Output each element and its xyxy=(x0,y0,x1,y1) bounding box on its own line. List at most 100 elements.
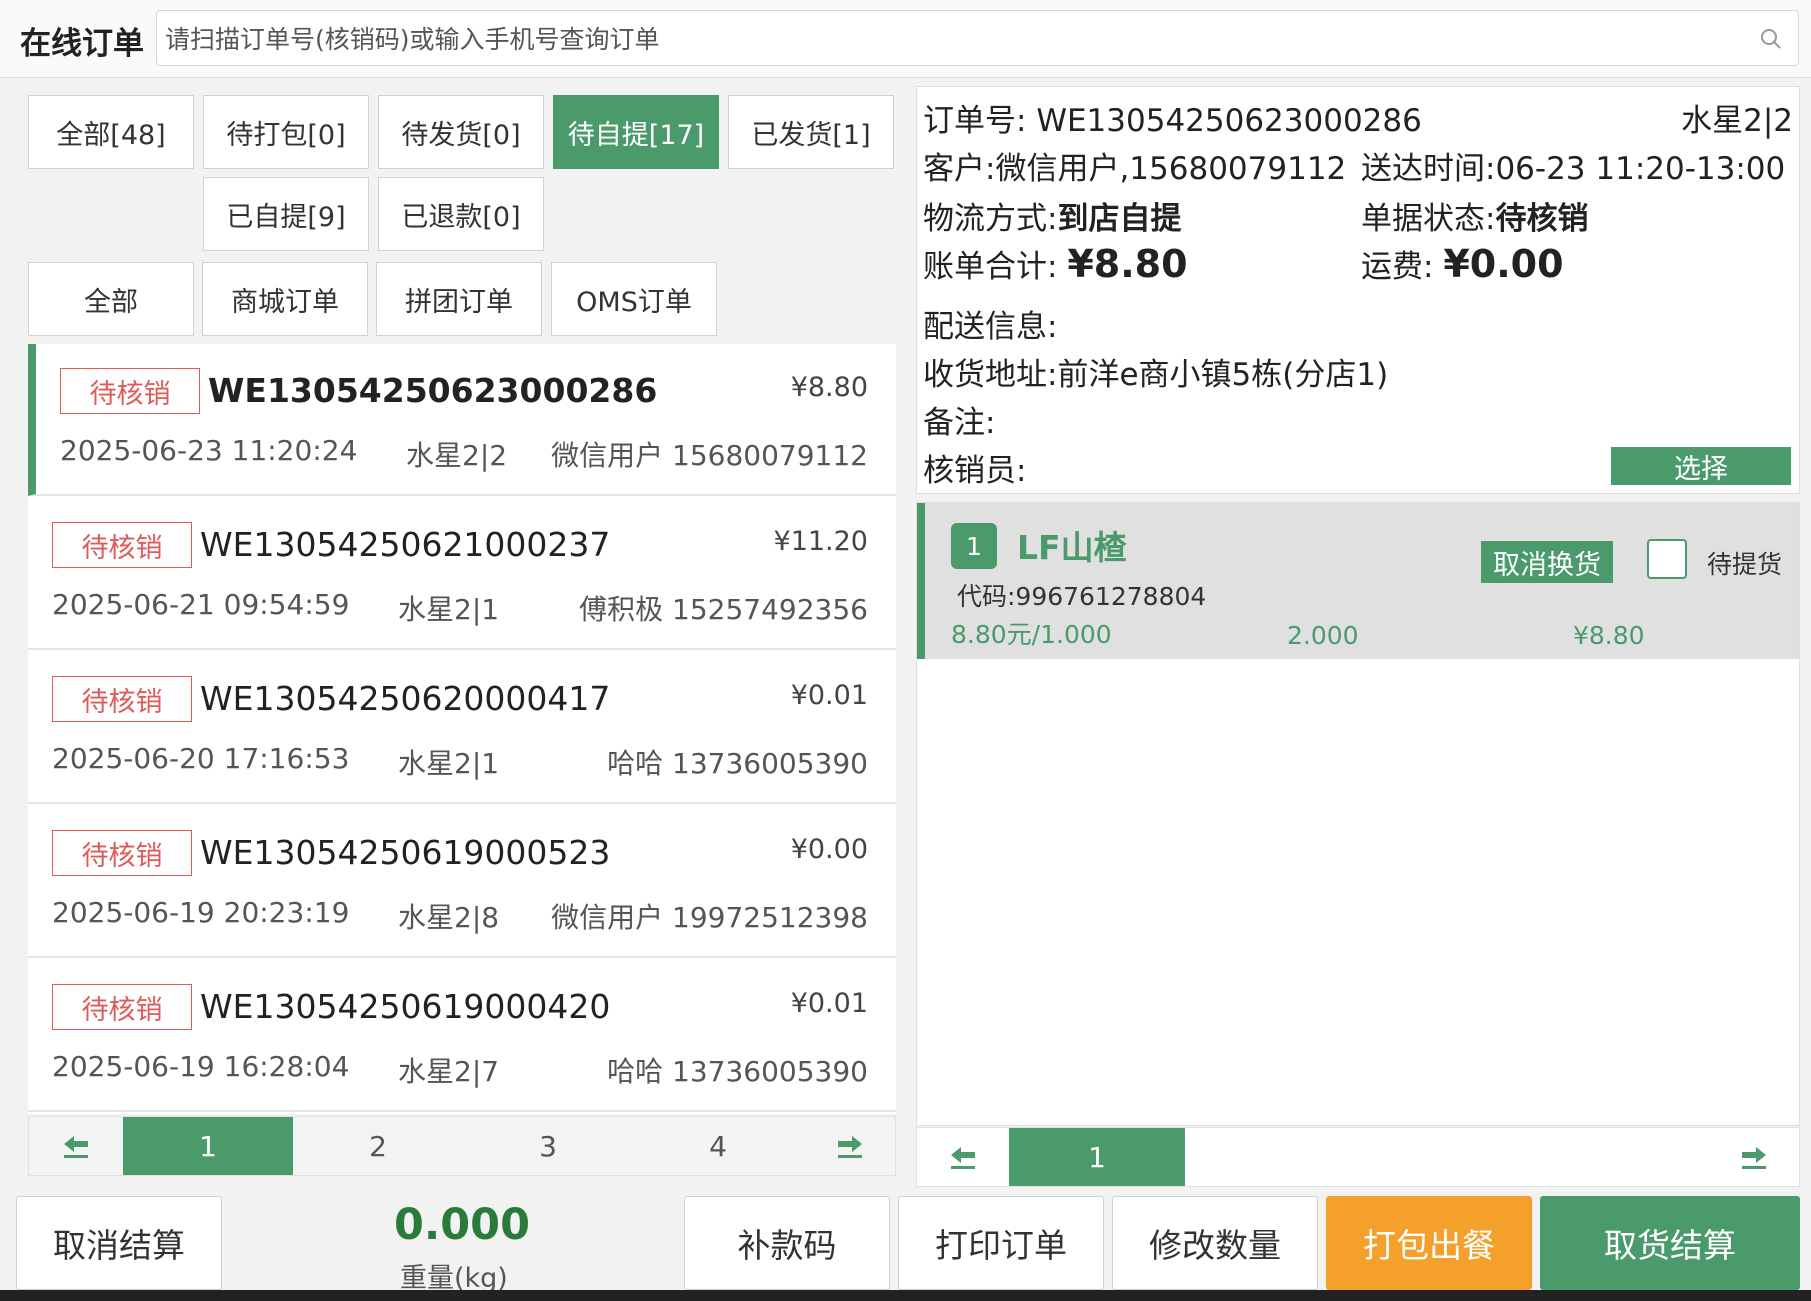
order-list-item[interactable]: 待核销 WE13054250619000420 ¥0.01 2025-06-19… xyxy=(28,960,896,1112)
detail-bill-total-row: 账单合计: ¥8.80 xyxy=(923,242,1188,286)
modify-quantity-button[interactable]: 修改数量 xyxy=(1112,1196,1318,1290)
header-bar: 在线订单 xyxy=(0,0,1811,78)
detail-status: 待核销 xyxy=(1495,201,1589,237)
prev-page-button[interactable] xyxy=(29,1117,123,1175)
type-all[interactable]: 全部 xyxy=(28,262,194,336)
detail-customer-row: 客户:微信用户,15680079112 xyxy=(923,151,1347,187)
next-page-button[interactable] xyxy=(803,1117,897,1175)
detail-delivery-time-row: 送达时间:06-23 11:20-13:00 xyxy=(1361,151,1786,187)
page-3-button[interactable]: 3 xyxy=(463,1117,633,1175)
background-window-strip xyxy=(0,1290,1811,1301)
order-status-tag: 待核销 xyxy=(52,522,192,568)
weight-value: 0.000 xyxy=(394,1200,531,1250)
goods-next-page-button[interactable] xyxy=(1709,1128,1799,1186)
order-table: 水星2|2 xyxy=(406,439,508,472)
detail-freight-row: 运费: ¥0.00 xyxy=(1361,242,1564,286)
order-customer: 微信用户 15680079112 xyxy=(551,439,868,472)
detail-order-no-row: 订单号: WE13054250623000286 xyxy=(923,103,1422,139)
detail-status-row: 单据状态:待核销 xyxy=(1361,201,1589,237)
type-mall-order[interactable]: 商城订单 xyxy=(202,262,368,336)
order-amount: ¥0.01 xyxy=(790,988,868,1019)
order-customer: 傅积极 15257492356 xyxy=(579,593,868,626)
order-list-item[interactable]: 待核销 WE13054250621000237 ¥11.20 2025-06-2… xyxy=(28,498,896,650)
filter-pending-ship[interactable]: 待发货[0] xyxy=(378,95,544,169)
search-box[interactable] xyxy=(156,10,1799,66)
filter-pending-pack[interactable]: 待打包[0] xyxy=(203,95,369,169)
goods-list-pager: 1 xyxy=(916,1127,1800,1187)
order-number: WE13054250619000523 xyxy=(200,833,611,872)
cancel-exchange-button[interactable]: 取消换货 xyxy=(1481,541,1613,583)
detail-table: 水星2|2 xyxy=(1681,103,1793,139)
pending-pickup-checkbox[interactable] xyxy=(1647,539,1687,579)
order-detail-panel: 订单号: WE13054250623000286 水星2|2 客户:微信用户,1… xyxy=(916,86,1800,494)
filter-pending-pickup[interactable]: 待自提[17] xyxy=(553,95,719,169)
arrow-left-icon xyxy=(64,1136,88,1158)
order-customer: 哈哈 13736005390 xyxy=(607,1055,868,1088)
order-status-tag: 待核销 xyxy=(52,830,192,876)
goods-unit-price: 8.80元/1.000 xyxy=(951,620,1112,649)
detail-remark-label: 备注: xyxy=(923,405,996,441)
search-icon[interactable] xyxy=(1760,28,1782,50)
order-amount: ¥8.80 xyxy=(790,372,868,403)
cancel-settle-button[interactable]: 取消结算 xyxy=(16,1196,222,1290)
page-1-button[interactable]: 1 xyxy=(123,1117,293,1175)
detail-logistics-row: 物流方式:到店自提 xyxy=(923,201,1182,237)
order-list-item[interactable]: 待核销 WE13054250619000523 ¥0.00 2025-06-19… xyxy=(28,806,896,958)
order-number: WE13054250623000286 xyxy=(208,371,658,410)
detail-order-no: WE13054250623000286 xyxy=(1036,103,1422,139)
pay-code-button[interactable]: 补款码 xyxy=(684,1196,890,1290)
order-table: 水星2|7 xyxy=(398,1055,500,1088)
detail-logistics: 到店自提 xyxy=(1057,201,1182,237)
goods-page-1-button[interactable]: 1 xyxy=(1009,1128,1185,1186)
goods-quantity: 2.000 xyxy=(1287,621,1359,650)
detail-delivery-info-label: 配送信息: xyxy=(923,309,1058,345)
type-group-order[interactable]: 拼团订单 xyxy=(376,262,542,336)
order-time: 2025-06-21 09:54:59 xyxy=(52,588,350,621)
order-status-tag: 待核销 xyxy=(52,984,192,1030)
filter-shipped[interactable]: 已发货[1] xyxy=(728,95,894,169)
page-4-button[interactable]: 4 xyxy=(633,1117,803,1175)
order-number: WE13054250619000420 xyxy=(200,987,611,1026)
order-table: 水星2|1 xyxy=(398,593,500,626)
arrow-left-icon xyxy=(951,1147,975,1169)
goods-total: ¥8.80 xyxy=(1573,621,1645,650)
page-2-button[interactable]: 2 xyxy=(293,1117,463,1175)
filter-refunded[interactable]: 已退款[0] xyxy=(378,177,544,251)
order-time: 2025-06-20 17:16:53 xyxy=(52,742,350,775)
pickup-settle-button[interactable]: 取货结算 xyxy=(1540,1196,1800,1290)
order-list-item[interactable]: 待核销 WE13054250620000417 ¥0.01 2025-06-20… xyxy=(28,652,896,804)
arrow-right-icon xyxy=(838,1136,862,1158)
search-input[interactable] xyxy=(165,17,1725,61)
order-time: 2025-06-23 11:20:24 xyxy=(60,434,358,467)
arrow-right-icon xyxy=(1742,1147,1766,1169)
order-customer: 哈哈 13736005390 xyxy=(607,747,868,780)
order-table: 水星2|1 xyxy=(398,747,500,780)
detail-customer: 微信用户,15680079112 xyxy=(995,151,1347,187)
goods-name: LF山楂 xyxy=(1017,528,1127,567)
detail-bill-total: ¥8.80 xyxy=(1067,242,1188,286)
filter-all[interactable]: 全部[48] xyxy=(28,95,194,169)
order-number: WE13054250620000417 xyxy=(200,679,611,718)
detail-address-row: 收货地址:前洋e商小镇5栋(分店1) xyxy=(923,357,1389,393)
order-status-tag: 待核销 xyxy=(52,676,192,722)
select-verifier-button[interactable]: 选择 xyxy=(1611,447,1791,485)
order-customer: 微信用户 19972512398 xyxy=(551,901,868,934)
print-order-button[interactable]: 打印订单 xyxy=(898,1196,1104,1290)
order-status-tag: 待核销 xyxy=(60,368,200,414)
detail-verifier-label: 核销员: xyxy=(923,453,1027,489)
detail-delivery-time: 06-23 11:20-13:00 xyxy=(1495,151,1786,187)
goods-code: 代码:996761278804 xyxy=(957,582,1207,611)
goods-prev-page-button[interactable] xyxy=(917,1128,1009,1186)
order-list-pager: 1 2 3 4 xyxy=(28,1116,896,1176)
type-oms-order[interactable]: OMS订单 xyxy=(551,262,717,336)
goods-row[interactable]: 1 LF山楂 代码:996761278804 8.80元/1.000 2.000… xyxy=(917,503,1799,659)
filter-picked-up[interactable]: 已自提[9] xyxy=(203,177,369,251)
order-time: 2025-06-19 20:23:19 xyxy=(52,896,350,929)
order-amount: ¥0.01 xyxy=(790,680,868,711)
online-orders-window: 在线订单 全部[48] 待打包[0] 待发货[0] 待自提[17] 已发货[1]… xyxy=(0,0,1811,1301)
order-goods-panel: 1 LF山楂 代码:996761278804 8.80元/1.000 2.000… xyxy=(916,502,1800,1187)
order-list-item[interactable]: 待核销 WE13054250623000286 ¥8.80 2025-06-23… xyxy=(28,344,896,496)
order-table: 水星2|8 xyxy=(398,901,500,934)
pack-out-button[interactable]: 打包出餐 xyxy=(1326,1196,1532,1290)
order-time: 2025-06-19 16:28:04 xyxy=(52,1050,350,1083)
